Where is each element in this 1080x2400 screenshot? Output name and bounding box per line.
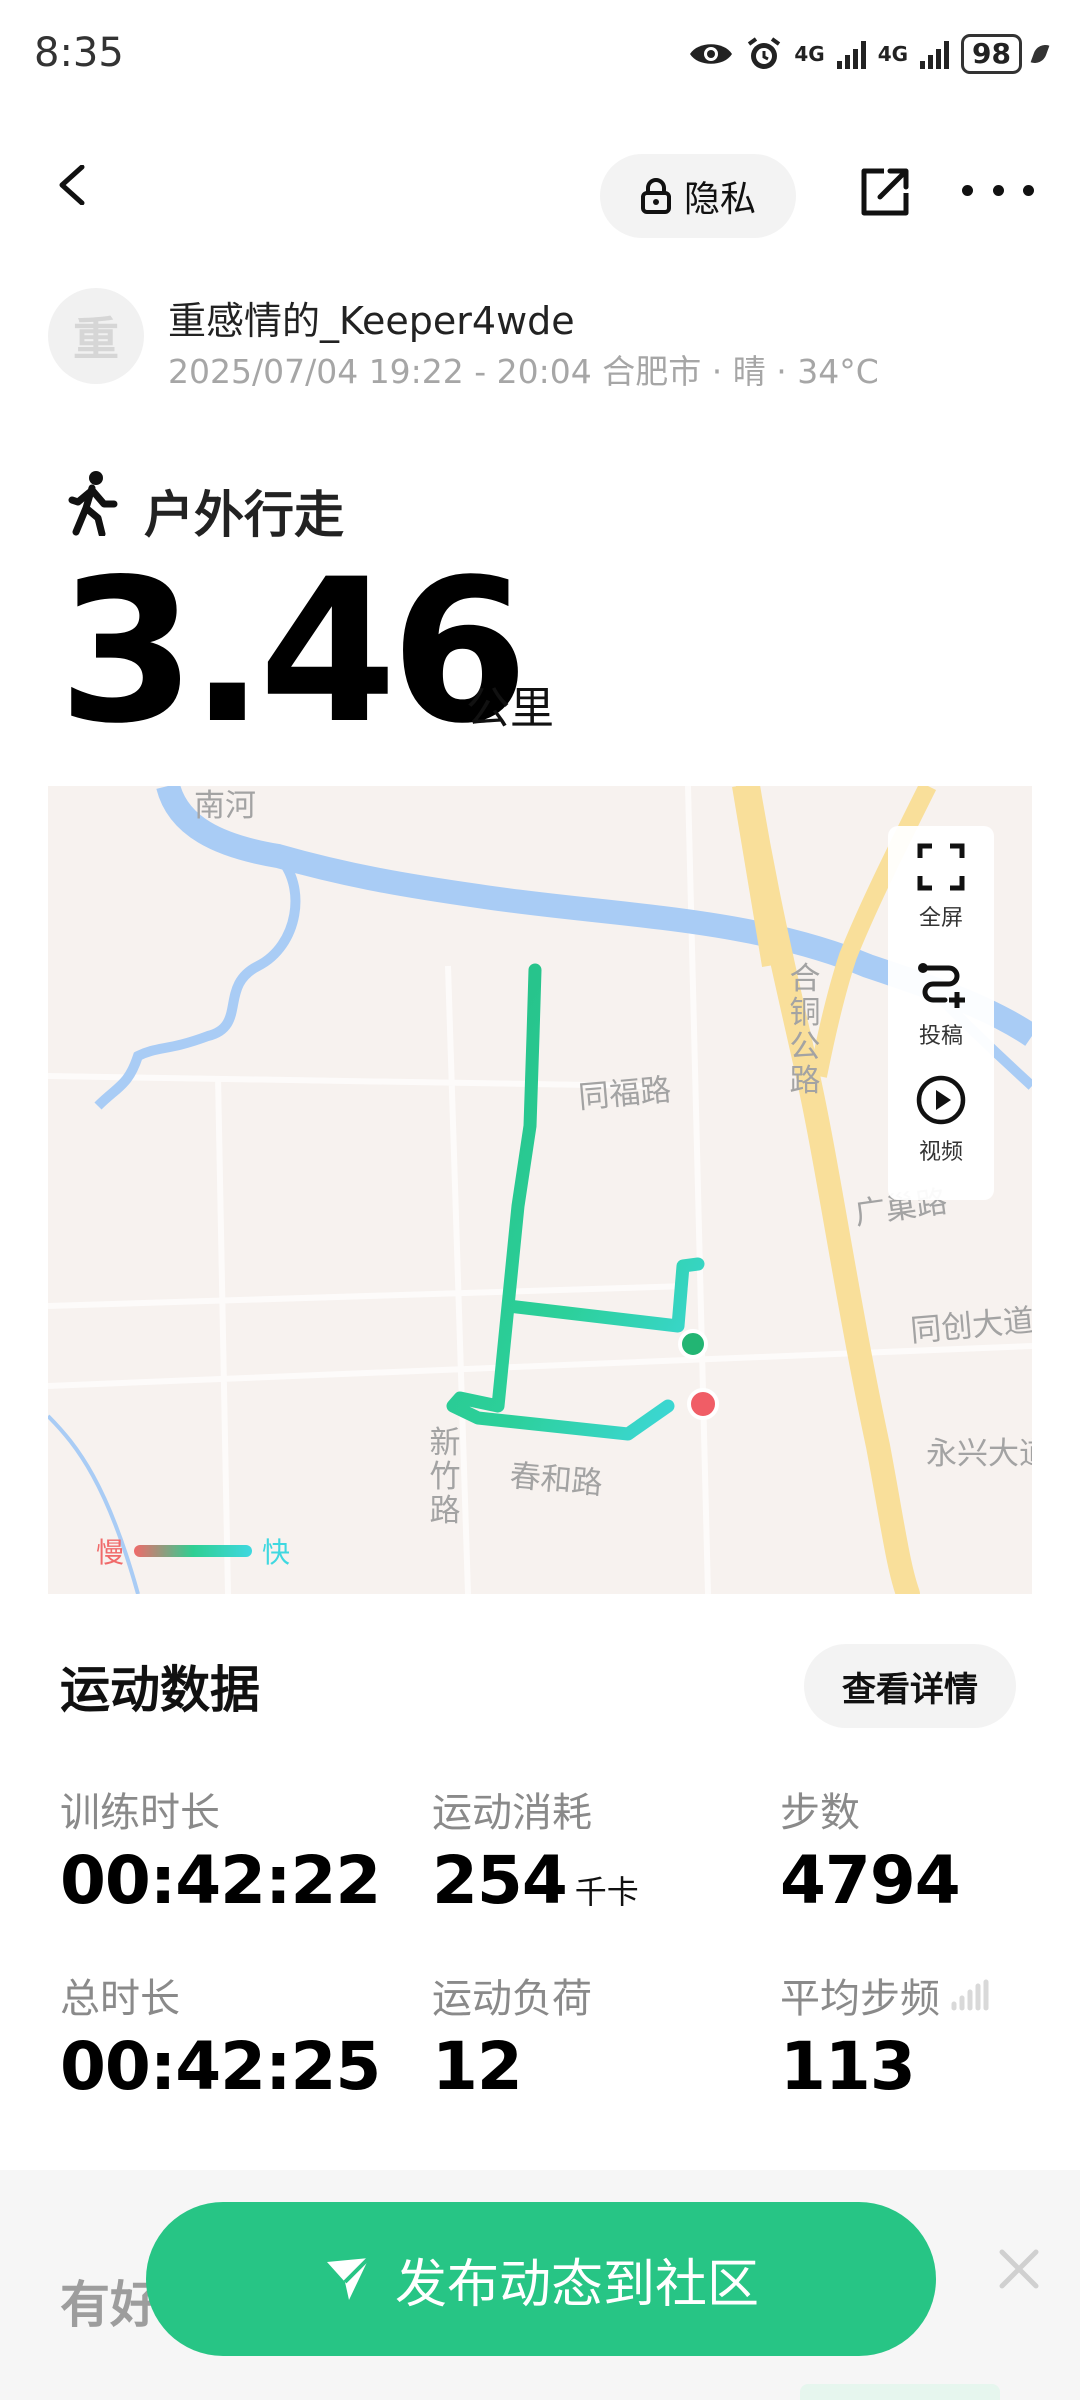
post-label: 投稿 — [918, 1024, 963, 1049]
stats-title: 运动数据 — [60, 1661, 260, 1719]
distance-value: 3.46 — [58, 536, 529, 767]
stat-label-steps: 步数 — [780, 1790, 860, 1836]
route-post-icon — [918, 963, 965, 1008]
stat-value-calories: 254 — [432, 1842, 568, 1919]
eye-icon — [690, 44, 733, 64]
speed-legend: 慢 快 — [96, 1531, 290, 1571]
alarm-icon — [748, 37, 781, 69]
post-button[interactable]: 投稿 — [888, 958, 994, 1050]
map-label-river: 南河 — [194, 788, 256, 824]
map-toolbar: 全屏 投稿 视频 — [888, 826, 994, 1200]
status-icons: 4G 4G 98 — [688, 30, 1050, 78]
map-label-xinzhu: 新竹路 — [429, 1425, 461, 1529]
legend-fast: 快 — [262, 1536, 291, 1569]
close-icon[interactable] — [996, 2246, 1042, 2292]
stat-label-load: 运动负荷 — [432, 1976, 592, 2022]
fullscreen-icon — [917, 843, 965, 891]
legend-slow: 慢 — [96, 1536, 125, 1569]
stat-value-cadence: 113 — [780, 2028, 916, 2105]
map-label-tongfu: 同福路 — [576, 1072, 673, 1116]
username[interactable]: 重感情的_Keeper4wde — [168, 290, 575, 345]
walking-icon — [68, 471, 118, 536]
stat-calories: 254 千卡 — [432, 1842, 639, 1919]
legend-gradient — [134, 1545, 253, 1557]
chevron-left-icon[interactable] — [52, 165, 92, 205]
stat-value-steps: 4794 — [780, 1842, 961, 1919]
signal-type-1: 4G — [794, 42, 825, 66]
view-details-button[interactable]: 查看详情 — [804, 1644, 1016, 1728]
more-icon[interactable] — [962, 160, 1034, 220]
eco-leaf-icon — [1030, 41, 1050, 67]
fullscreen-label: 全屏 — [918, 906, 963, 931]
stat-label-calories: 运动消耗 — [432, 1790, 592, 1836]
stat-unit-calories: 千卡 — [574, 1873, 639, 1911]
video-label: 视频 — [918, 1140, 963, 1165]
video-button[interactable]: 视频 — [888, 1074, 994, 1166]
map-label-yongxing: 永兴大道 — [926, 1436, 1032, 1472]
share-icon[interactable] — [858, 165, 912, 219]
end-point — [687, 1388, 719, 1420]
publish-to-community-button[interactable]: 发布动态到社区 — [146, 2202, 936, 2356]
stat-value-load: 12 — [432, 2028, 523, 2105]
stat-value-total-time: 00:42:25 — [60, 2028, 381, 2105]
signal-type-2: 4G — [877, 42, 909, 66]
signal-bars-1-icon — [836, 39, 866, 69]
map-label-chunhe: 春和路 — [508, 1458, 605, 1502]
map-label-hetong: 合铜公路 — [789, 961, 821, 1099]
signal-bars-2-icon — [920, 39, 950, 69]
stat-label-cadence: 平均步频 — [780, 1976, 940, 2022]
publish-label: 发布动态到社区 — [394, 2254, 759, 2315]
stat-label-total-time: 总时长 — [60, 1976, 180, 2022]
workout-meta: 2025/07/04 19:22 - 20:04 合肥市 · 晴 · 34°C — [168, 352, 879, 391]
stat-label-training-time: 训练时长 — [60, 1790, 220, 1836]
lock-icon — [640, 178, 671, 214]
route-map[interactable]: 南河 同福路 广巢路 同创大道 永兴大道 春和路 合铜公路 新竹路 全屏 投稿 … — [48, 786, 1032, 1594]
stat-cadence-header: 平均步频 — [780, 1966, 990, 2024]
status-time: 8:35 — [34, 30, 124, 76]
send-icon — [326, 2256, 371, 2300]
bar-chart-icon[interactable] — [950, 1978, 990, 2012]
privacy-button[interactable]: 隐私 — [600, 154, 796, 238]
next-section-title: 有好 — [60, 2276, 160, 2334]
start-point — [678, 1329, 708, 1359]
play-circle-icon — [916, 1075, 966, 1125]
battery-level: 98 — [961, 34, 1022, 74]
fullscreen-button[interactable]: 全屏 — [888, 842, 994, 932]
distance-unit: 公里 — [466, 683, 554, 734]
privacy-label: 隐私 — [683, 179, 756, 220]
stat-value-training-time: 00:42:22 — [60, 1842, 381, 1919]
peek-element — [800, 2384, 1000, 2400]
avatar[interactable]: 重 — [48, 288, 144, 384]
